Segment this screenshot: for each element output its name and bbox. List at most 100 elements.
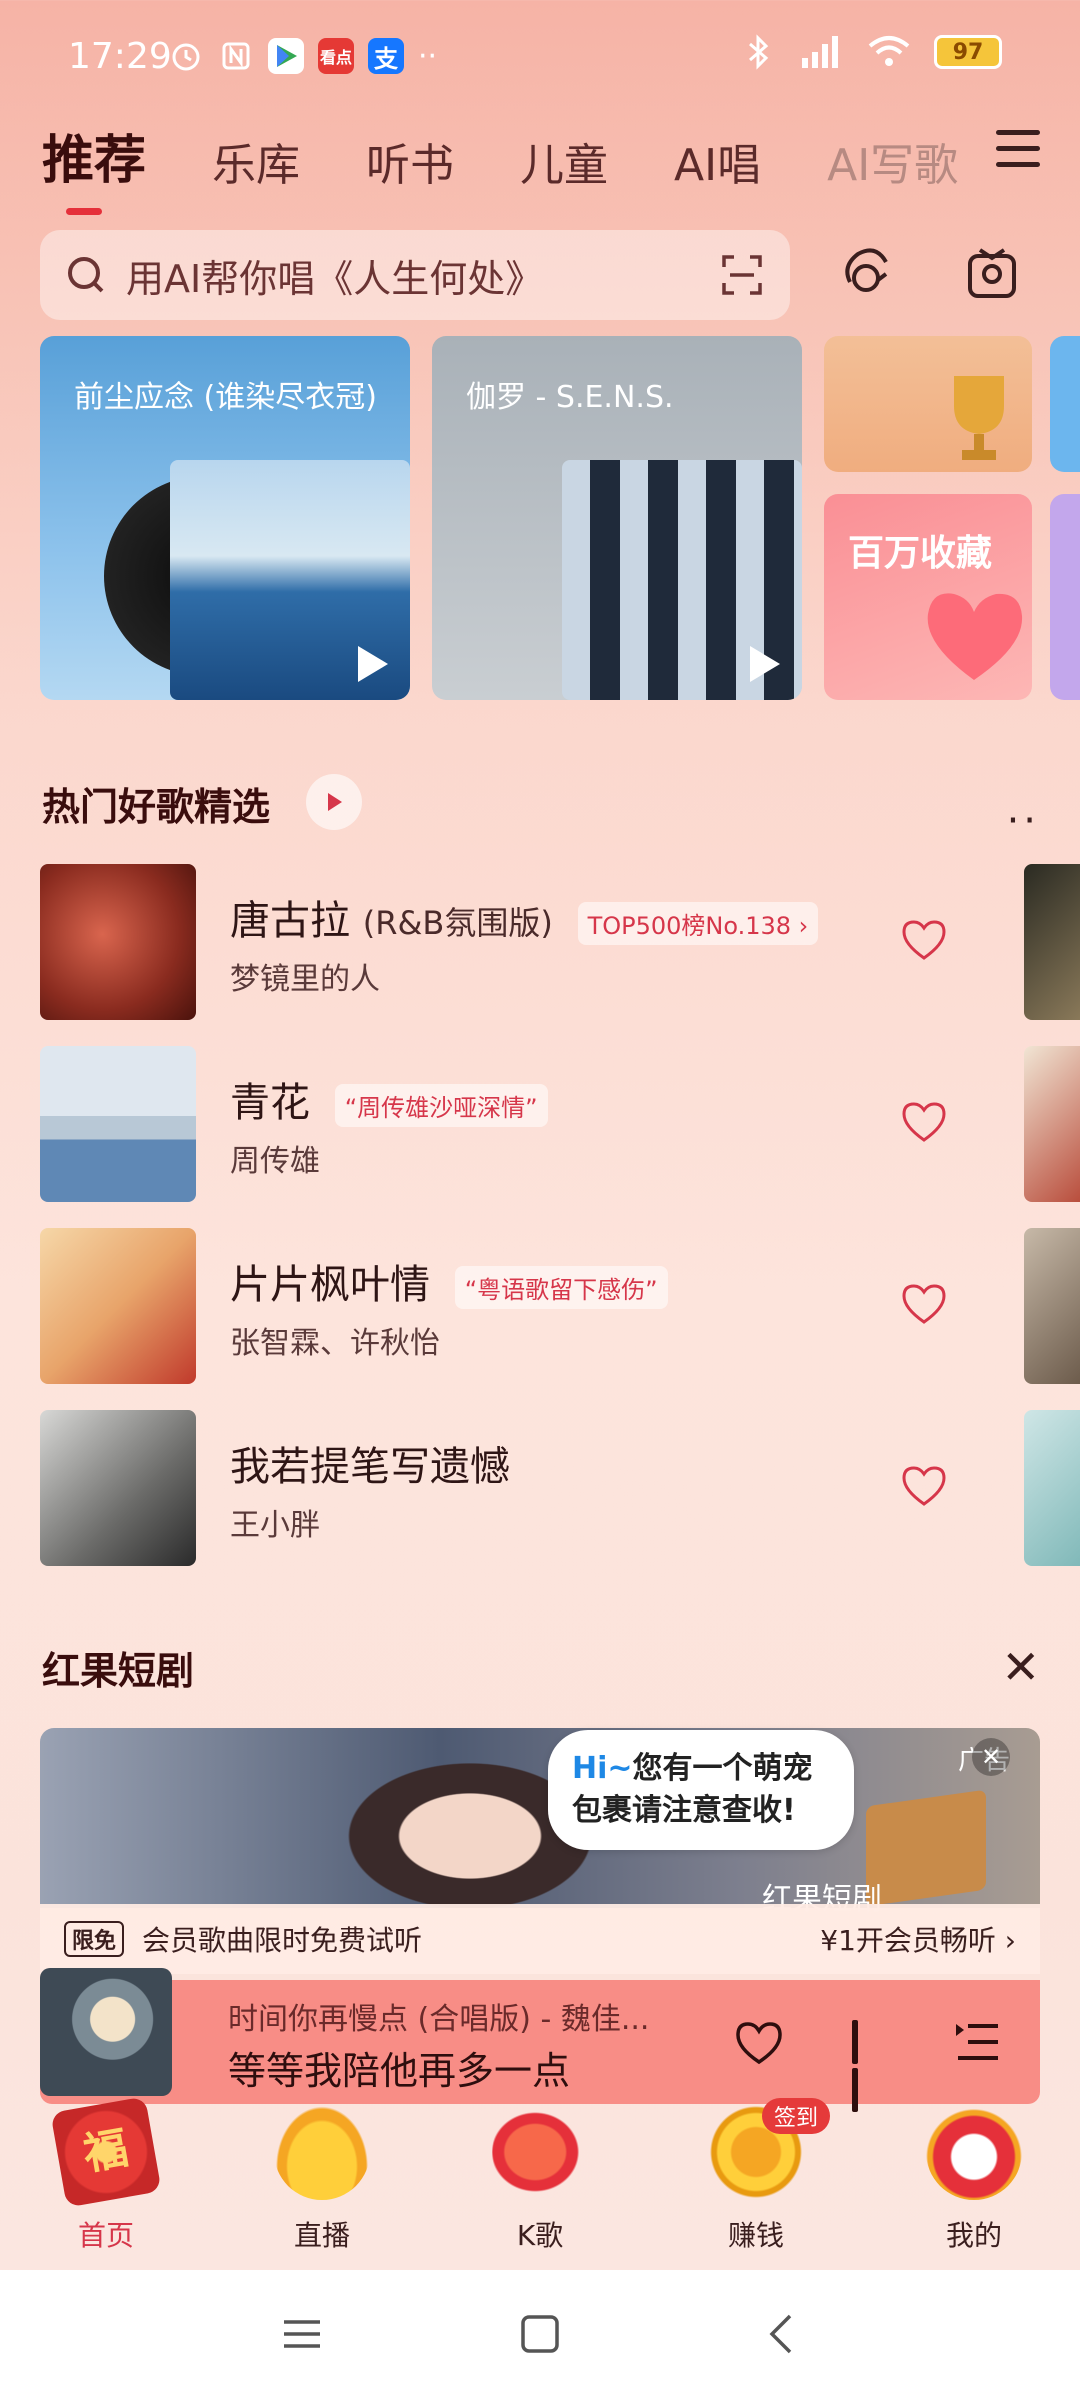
search-bar[interactable]: 用AI帮你唱《人生何处》	[40, 230, 790, 320]
song-row[interactable]: 片片枫叶情 “粤语歌留下感伤” 张智霖、许秋怡	[40, 1228, 1000, 1384]
card-subtitle: 前尘应念 (谁染尽衣冠)	[74, 380, 377, 415]
recents-icon[interactable]	[282, 2314, 322, 2354]
card-daily-recommend[interactable]: 伽罗 - S.E.N.S.	[432, 336, 802, 700]
tab-kids[interactable]: 儿童	[520, 129, 608, 193]
play-icon	[328, 793, 342, 811]
search-icon	[68, 257, 104, 293]
play-icon	[268, 38, 304, 74]
tab-recommend[interactable]: 推荐	[42, 118, 146, 215]
card-partial-blue[interactable]	[1050, 336, 1080, 472]
tab-ai-write-song[interactable]: AI写歌	[827, 129, 958, 193]
more-options-icon[interactable]: ··	[1007, 798, 1040, 844]
nav-mine[interactable]: 我的	[904, 2104, 1044, 2254]
pet-bubble[interactable]: Hi~您有一个萌宠 包裹请注意查收!	[548, 1730, 854, 1850]
song-title: 青花 “周传雄沙哑深情”	[230, 1070, 548, 1128]
heart-icon[interactable]	[900, 1282, 948, 1326]
bubble-line1: Hi~您有一个萌宠	[572, 1748, 830, 1790]
koi-fish-icon	[492, 2104, 588, 2200]
card-trophy[interactable]	[824, 336, 1032, 472]
ad-banner[interactable]	[40, 1728, 1040, 1908]
song-artist: 周传雄	[230, 1144, 320, 1179]
side-cover[interactable]	[1024, 1410, 1080, 1566]
wifi-icon	[868, 36, 910, 66]
bluetooth-icon	[749, 34, 769, 70]
song-tag: “周传雄沙哑深情”	[334, 1083, 548, 1127]
pause-button[interactable]	[852, 2020, 886, 2112]
battery-indicator: 97	[934, 35, 1002, 69]
heart-icon	[927, 593, 1023, 680]
nav-label: 直播	[293, 2219, 350, 2252]
rank-tag[interactable]: TOP500榜No.138 ›	[577, 901, 819, 945]
heart-icon[interactable]	[734, 2020, 784, 2066]
search-input[interactable]: 用AI帮你唱《人生何处》	[126, 248, 718, 303]
player-cover[interactable]	[40, 1968, 172, 2096]
bubble-line1-text: 您有一个萌宠	[632, 1751, 813, 1786]
song-name: 青花	[230, 1080, 310, 1126]
fu-icon: 福	[50, 2096, 162, 2208]
scan-icon[interactable]	[718, 251, 766, 299]
home-icon[interactable]	[520, 2314, 560, 2354]
song-row[interactable]: 青花 “周传雄沙哑深情” 周传雄	[40, 1046, 1000, 1202]
back-icon[interactable]	[762, 2314, 802, 2354]
listen-recognize-icon[interactable]	[836, 244, 896, 304]
nav-karaoke[interactable]: K歌	[470, 2104, 610, 2254]
play-all-button[interactable]	[306, 774, 362, 830]
nav-home[interactable]: 福 首页	[36, 2096, 176, 2254]
song-row[interactable]: 我若提笔写遗憾 王小胖	[40, 1410, 1000, 1566]
promo-text: 会员歌曲限时免费试听	[142, 1924, 423, 1957]
nav-label: 首页	[77, 2219, 134, 2252]
alarm-icon	[168, 38, 204, 74]
top-tabs: 推荐 乐库 听书 儿童 AI唱 AI写歌	[42, 118, 1024, 215]
menu-icon[interactable]	[996, 130, 1040, 170]
card-guess-you-like[interactable]: 前尘应念 (谁染尽衣冠)	[40, 336, 410, 700]
song-name: 片片枫叶情	[230, 1262, 430, 1308]
nav-earn[interactable]: 签到 赚钱	[686, 2098, 830, 2254]
close-icon[interactable]: ✕	[1001, 1640, 1040, 1694]
play-icon[interactable]	[358, 646, 388, 682]
tab-ai-sing[interactable]: AI唱	[674, 129, 761, 193]
song-artist: 王小胖	[230, 1508, 320, 1543]
nav-live[interactable]: 直播	[252, 2104, 392, 2254]
play-icon[interactable]	[750, 646, 780, 682]
song-cover	[40, 864, 196, 1020]
vip-link[interactable]: ¥1开会员畅听 ›	[820, 1919, 1016, 1959]
song-cover	[40, 1410, 196, 1566]
tab-music-library[interactable]: 乐库	[212, 129, 300, 193]
heart-icon[interactable]	[900, 1464, 948, 1508]
heart-icon[interactable]	[900, 1100, 948, 1144]
player-lyric: 等等我陪他再多一点	[228, 2049, 571, 2093]
playlist-icon[interactable]	[954, 2022, 1002, 2062]
radio-icon[interactable]	[962, 244, 1022, 304]
song-cover	[40, 1228, 196, 1384]
alipay-icon: 支	[368, 38, 404, 74]
bubble-hi: Hi~	[572, 1751, 633, 1786]
nfc-icon	[218, 38, 254, 74]
card-million-favorites[interactable]: 百万收藏	[824, 494, 1032, 700]
side-cover[interactable]	[1024, 864, 1080, 1020]
trophy-icon	[954, 376, 1004, 460]
song-tag: “粤语歌留下感伤”	[454, 1265, 668, 1309]
heart-icon[interactable]	[900, 918, 948, 962]
side-cover[interactable]	[1024, 1046, 1080, 1202]
song-cover	[40, 1046, 196, 1202]
song-name: 我若提笔写遗憾	[230, 1444, 510, 1490]
bubble-line2: 包裹请注意查收!	[572, 1793, 796, 1828]
status-right: 97	[744, 34, 1002, 70]
song-version: (R&B氛围版)	[362, 904, 553, 942]
vip-promo-bar[interactable]: 限免 会员歌曲限时免费试听 ¥1开会员畅听 ›	[40, 1904, 1040, 1974]
song-artist: 梦镜里的人	[230, 962, 380, 997]
card-partial-purple[interactable]	[1050, 494, 1080, 700]
song-title: 我若提笔写遗憾	[230, 1434, 510, 1492]
tab-audiobook[interactable]: 听书	[366, 129, 454, 193]
song-artist: 张智霖、许秋怡	[230, 1326, 440, 1361]
ad-close-icon[interactable]: ✕	[972, 1738, 1010, 1776]
lion-dance-icon	[926, 2104, 1022, 2200]
bottom-nav: 福 首页 直播 K歌 签到 赚钱 我的	[0, 2096, 1080, 2274]
song-title: 片片枫叶情 “粤语歌留下感伤”	[230, 1252, 668, 1310]
card-subtitle: 伽罗 - S.E.N.S.	[466, 380, 674, 415]
nav-label: 赚钱	[727, 2219, 784, 2252]
song-row[interactable]: 唐古拉 (R&B氛围版) TOP500榜No.138 › 梦镜里的人	[40, 864, 1000, 1020]
box-icon	[866, 1789, 986, 1907]
sign-in-badge: 签到	[761, 2098, 830, 2134]
side-cover[interactable]	[1024, 1228, 1080, 1384]
